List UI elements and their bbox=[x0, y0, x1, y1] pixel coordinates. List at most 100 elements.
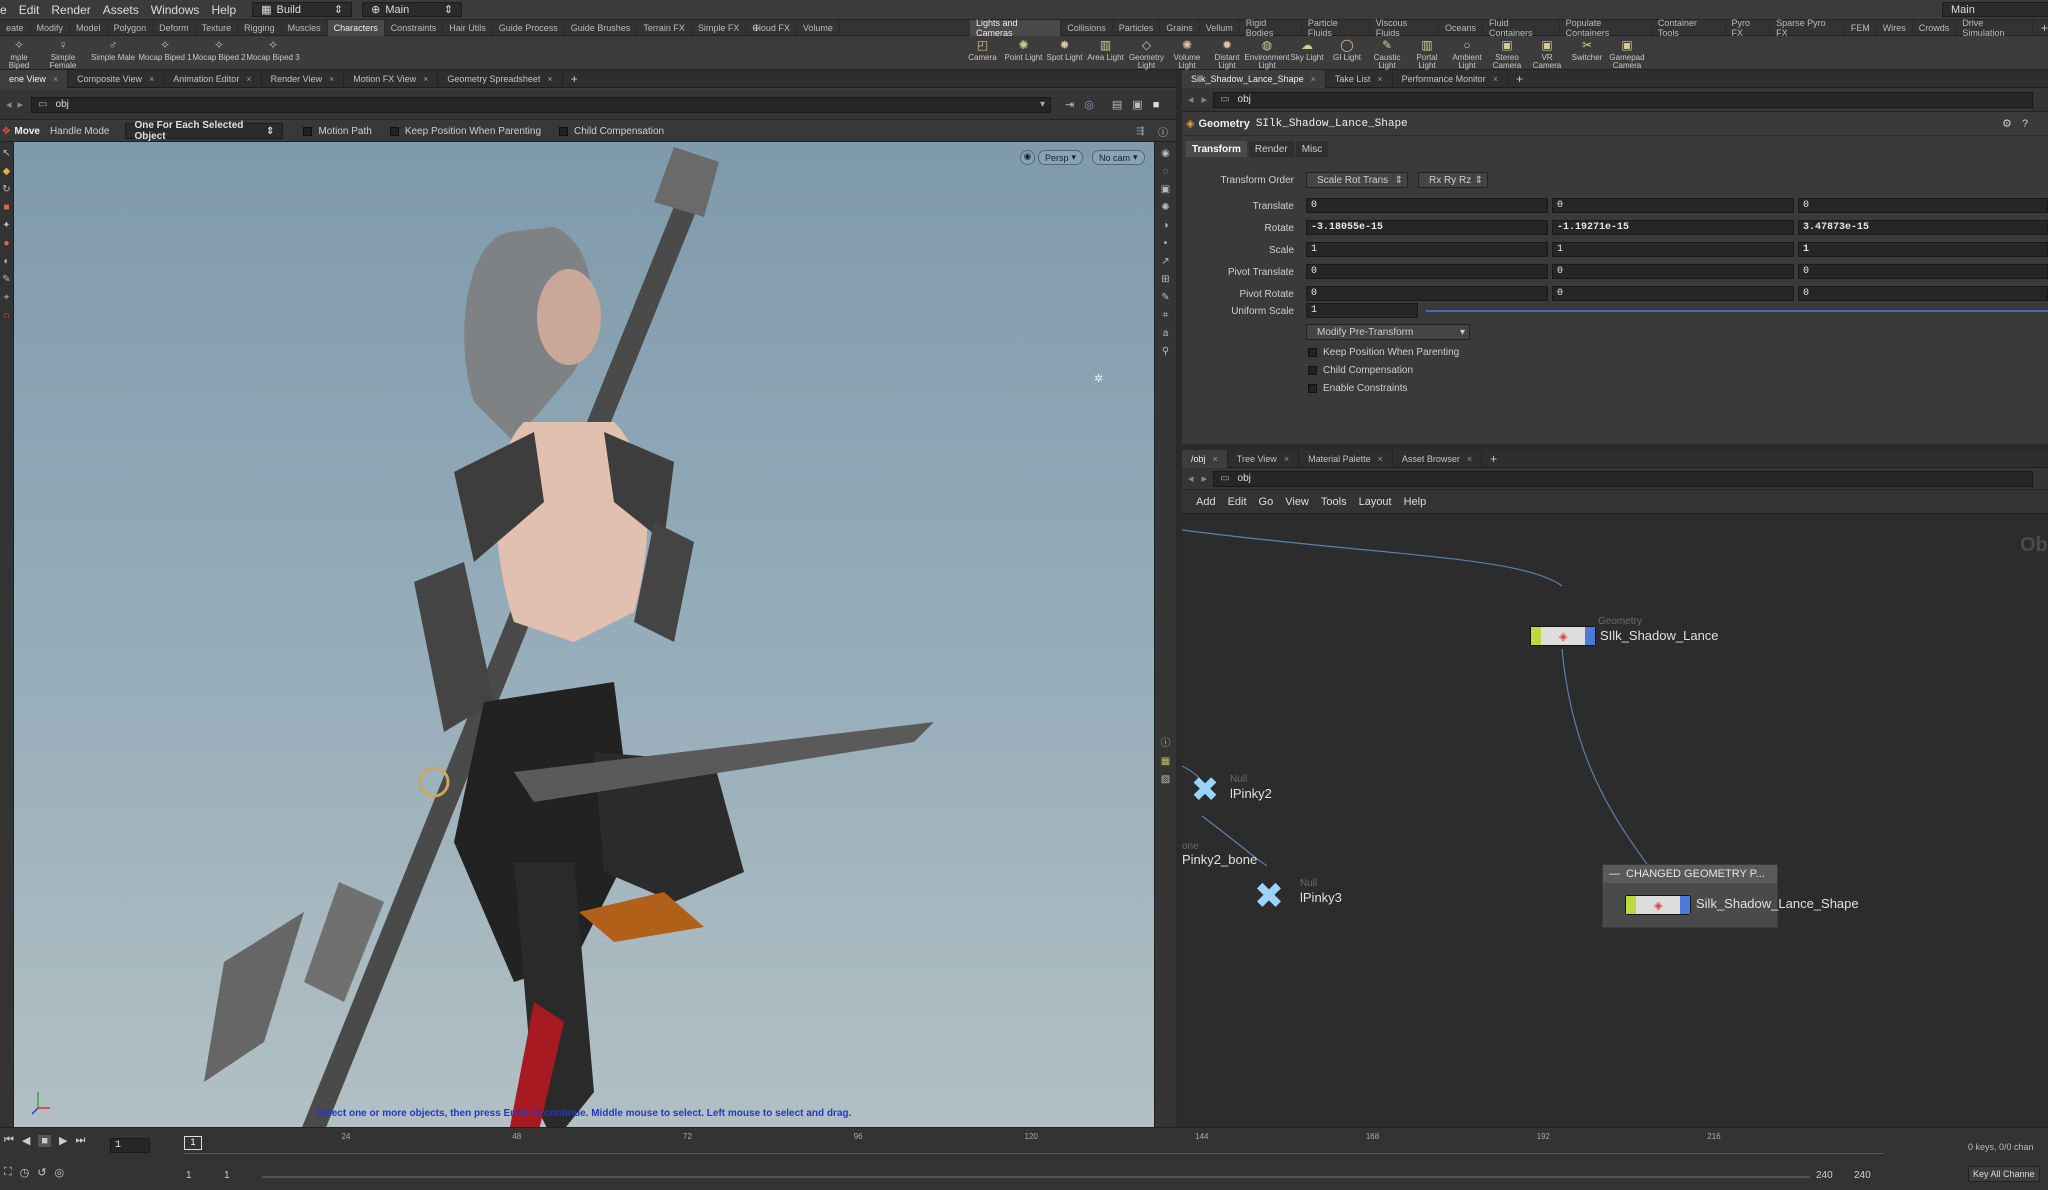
pin-display-icon[interactable]: ⚲ bbox=[1160, 346, 1172, 358]
tab-obj[interactable]: /obj × bbox=[1182, 449, 1228, 468]
tab-silk-shadow-lance-shape[interactable]: Silk_Shadow_Lance_Shape × bbox=[1182, 69, 1326, 88]
tool-sky-light[interactable]: ☁ Sky Light bbox=[1287, 38, 1327, 62]
maximize-icon[interactable]: ■ bbox=[1153, 99, 1160, 111]
shelf-tab-constraints[interactable]: Constraints bbox=[385, 19, 444, 36]
close-icon[interactable]: × bbox=[329, 74, 334, 84]
shelf-tab-particles[interactable]: Particles bbox=[1113, 19, 1161, 36]
param-translate-z[interactable]: 0 bbox=[1798, 198, 2048, 213]
param-rotate-y[interactable]: -1.19271e-15 bbox=[1552, 220, 1794, 235]
viewport-options-icon[interactable]: ⇶ bbox=[1136, 126, 1144, 137]
menu-render[interactable]: Render bbox=[45, 3, 96, 17]
network-path-field[interactable]: ▭ obj bbox=[1213, 470, 2034, 487]
pre-transform-dropdown[interactable]: Modify Pre-Transform ▾ bbox=[1306, 324, 1470, 340]
wireframe-icon[interactable]: ⊞ bbox=[1160, 274, 1172, 286]
shelf-tab-viscous-fluids[interactable]: Viscous Fluids bbox=[1370, 18, 1439, 38]
uniform-scale-field[interactable]: 1 bbox=[1306, 303, 1418, 318]
param-scale-y[interactable]: 1 bbox=[1552, 242, 1794, 257]
close-icon[interactable]: × bbox=[1377, 74, 1382, 84]
tab-performance-monitor[interactable]: Performance Monitor × bbox=[1393, 69, 1508, 88]
tool-switcher[interactable]: ✂ Switcher bbox=[1567, 38, 1607, 62]
tab-take-list[interactable]: Take List × bbox=[1326, 69, 1393, 88]
param-scale-z[interactable]: 1 bbox=[1798, 242, 2048, 257]
geometry-node-shape[interactable]: ◈ bbox=[1625, 895, 1691, 915]
param-translate-x[interactable]: 0 bbox=[1306, 198, 1548, 213]
range-start-field-2[interactable]: 1 bbox=[224, 1170, 230, 1181]
menu-assets[interactable]: Assets bbox=[97, 3, 145, 17]
shelf-tab-volume[interactable]: Volume bbox=[797, 19, 840, 36]
back-arrow-icon[interactable]: ◂ bbox=[6, 98, 12, 111]
layout-icon[interactable]: ▦ bbox=[1160, 756, 1172, 768]
tool-simple-female[interactable]: ♀ Simple Female bbox=[38, 38, 88, 70]
tool-mple-biped[interactable]: ✧ mple Biped bbox=[0, 38, 38, 70]
tool-mocap-biped-1[interactable]: ✧ Mocap Biped 1 bbox=[138, 38, 192, 62]
shelf-tab-sparse-pyro-fx[interactable]: Sparse Pyro FX bbox=[1770, 18, 1845, 38]
param-rotate-x[interactable]: -3.18055e-15 bbox=[1306, 220, 1548, 235]
collapse-icon[interactable]: — bbox=[1609, 868, 1620, 880]
motion-path-checkbox[interactable] bbox=[303, 126, 313, 136]
shelf-tab-fluid-containers[interactable]: Fluid Containers bbox=[1483, 18, 1560, 38]
shelf-tab-modify[interactable]: Modify bbox=[31, 19, 71, 36]
tool-mocap-biped-2[interactable]: ✧ Mocap Biped 2 bbox=[192, 38, 246, 62]
tool-gamepad-camera[interactable]: ▣ Gamepad Camera bbox=[1607, 38, 1647, 70]
shelf-tab-rigid-bodies[interactable]: Rigid Bodies bbox=[1240, 18, 1302, 38]
rotate-tool-icon[interactable]: ↻ bbox=[1, 184, 13, 196]
child-compensation-param-checkbox[interactable] bbox=[1308, 366, 1317, 375]
add-tab-icon[interactable]: + bbox=[1490, 452, 1497, 466]
scale-tool-icon[interactable]: ■ bbox=[1, 202, 13, 214]
range-end-field[interactable]: 240 bbox=[1816, 1170, 1833, 1181]
null-node-pinky3[interactable]: ✖ bbox=[1246, 875, 1292, 917]
menu-help[interactable]: Help bbox=[205, 3, 242, 17]
add-shelf-tab-icon[interactable]: + bbox=[753, 21, 760, 35]
help-icon[interactable]: ? bbox=[2022, 118, 2028, 130]
tab-animation-editor[interactable]: Animation Editor × bbox=[164, 69, 262, 88]
tool-environment-light[interactable]: ◍ Environment Light bbox=[1245, 38, 1290, 70]
render-flag[interactable] bbox=[1585, 627, 1595, 645]
text-icon[interactable]: a bbox=[1160, 328, 1172, 340]
forward-arrow-icon[interactable]: ▸ bbox=[1202, 93, 1208, 106]
param-pivot-translate-x[interactable]: 0 bbox=[1306, 264, 1548, 279]
menu-windows[interactable]: Windows bbox=[145, 3, 206, 17]
shelf-tab-characters[interactable]: Characters bbox=[327, 19, 385, 36]
network-menu-go[interactable]: Go bbox=[1259, 496, 1274, 508]
shelf-tab-terrain-fx[interactable]: Terrain FX bbox=[637, 19, 692, 36]
tool-volume-light[interactable]: ✺ Volume Light bbox=[1167, 38, 1207, 70]
pin-icon[interactable]: ⇥ bbox=[1065, 98, 1074, 111]
display-flag[interactable] bbox=[1531, 627, 1541, 645]
shelf-tab-deform[interactable]: Deform bbox=[153, 19, 196, 36]
transform-order-dropdown[interactable]: Scale Rot Trans ⇕ bbox=[1306, 172, 1408, 188]
shelf-tab-pyro-fx[interactable]: Pyro FX bbox=[1726, 18, 1771, 38]
close-icon[interactable]: × bbox=[1213, 454, 1218, 464]
range-start-field[interactable]: 1 bbox=[186, 1170, 192, 1181]
forward-arrow-icon[interactable]: ▸ bbox=[18, 98, 24, 111]
tab-motion-fx-view[interactable]: Motion FX View × bbox=[344, 69, 439, 88]
uniform-scale-slider[interactable] bbox=[1426, 310, 2048, 312]
main-right-dropdown[interactable]: Main bbox=[1942, 2, 2048, 17]
shelf-tab-collisions[interactable]: Collisions bbox=[1061, 19, 1113, 36]
param-rotate-z[interactable]: 3.47873e-15 bbox=[1798, 220, 2048, 235]
back-arrow-icon[interactable]: ◂ bbox=[1188, 93, 1194, 106]
range-end-field-2[interactable]: 240 bbox=[1854, 1170, 1871, 1181]
handle-tool-icon[interactable]: ✦ bbox=[1, 220, 13, 232]
enable-constraints-checkbox[interactable] bbox=[1308, 384, 1317, 393]
tool-mocap-biped-3[interactable]: ✧ Mocap Biped 3 bbox=[246, 38, 300, 62]
rotation-order-dropdown[interactable]: Rx Ry Rz ⇕ bbox=[1418, 172, 1488, 188]
close-icon[interactable]: × bbox=[547, 74, 552, 84]
close-icon[interactable]: × bbox=[53, 74, 58, 84]
shelf-tab-container-tools[interactable]: Container Tools bbox=[1652, 18, 1726, 38]
gear-icon[interactable]: ⚙ bbox=[2002, 117, 2012, 130]
screenshot-icon[interactable]: ▨ bbox=[1160, 774, 1172, 786]
camera-icon[interactable]: ▣ bbox=[1132, 98, 1142, 111]
ghost-icon[interactable]: ◌ bbox=[1160, 166, 1172, 178]
loop-icon[interactable]: ↺ bbox=[37, 1166, 46, 1179]
add-shelf-tab-icon[interactable]: + bbox=[2041, 21, 2048, 35]
shelf-tab-muscles[interactable]: Muscles bbox=[282, 19, 328, 36]
tab-render[interactable]: Render bbox=[1248, 141, 1294, 157]
current-frame-field[interactable]: 1 bbox=[110, 1138, 150, 1153]
close-icon[interactable]: × bbox=[1493, 74, 1498, 84]
param-pivot-translate-y[interactable]: 0 bbox=[1552, 264, 1794, 279]
null-node-pinky2[interactable]: ✖ bbox=[1184, 770, 1226, 810]
snap-icon[interactable]: ◉ bbox=[1020, 150, 1035, 165]
geometry-node-lance[interactable]: ◈ bbox=[1530, 626, 1596, 646]
pose-tool-icon[interactable]: ● bbox=[1, 238, 13, 250]
tab-composite-view[interactable]: Composite View × bbox=[68, 69, 165, 88]
